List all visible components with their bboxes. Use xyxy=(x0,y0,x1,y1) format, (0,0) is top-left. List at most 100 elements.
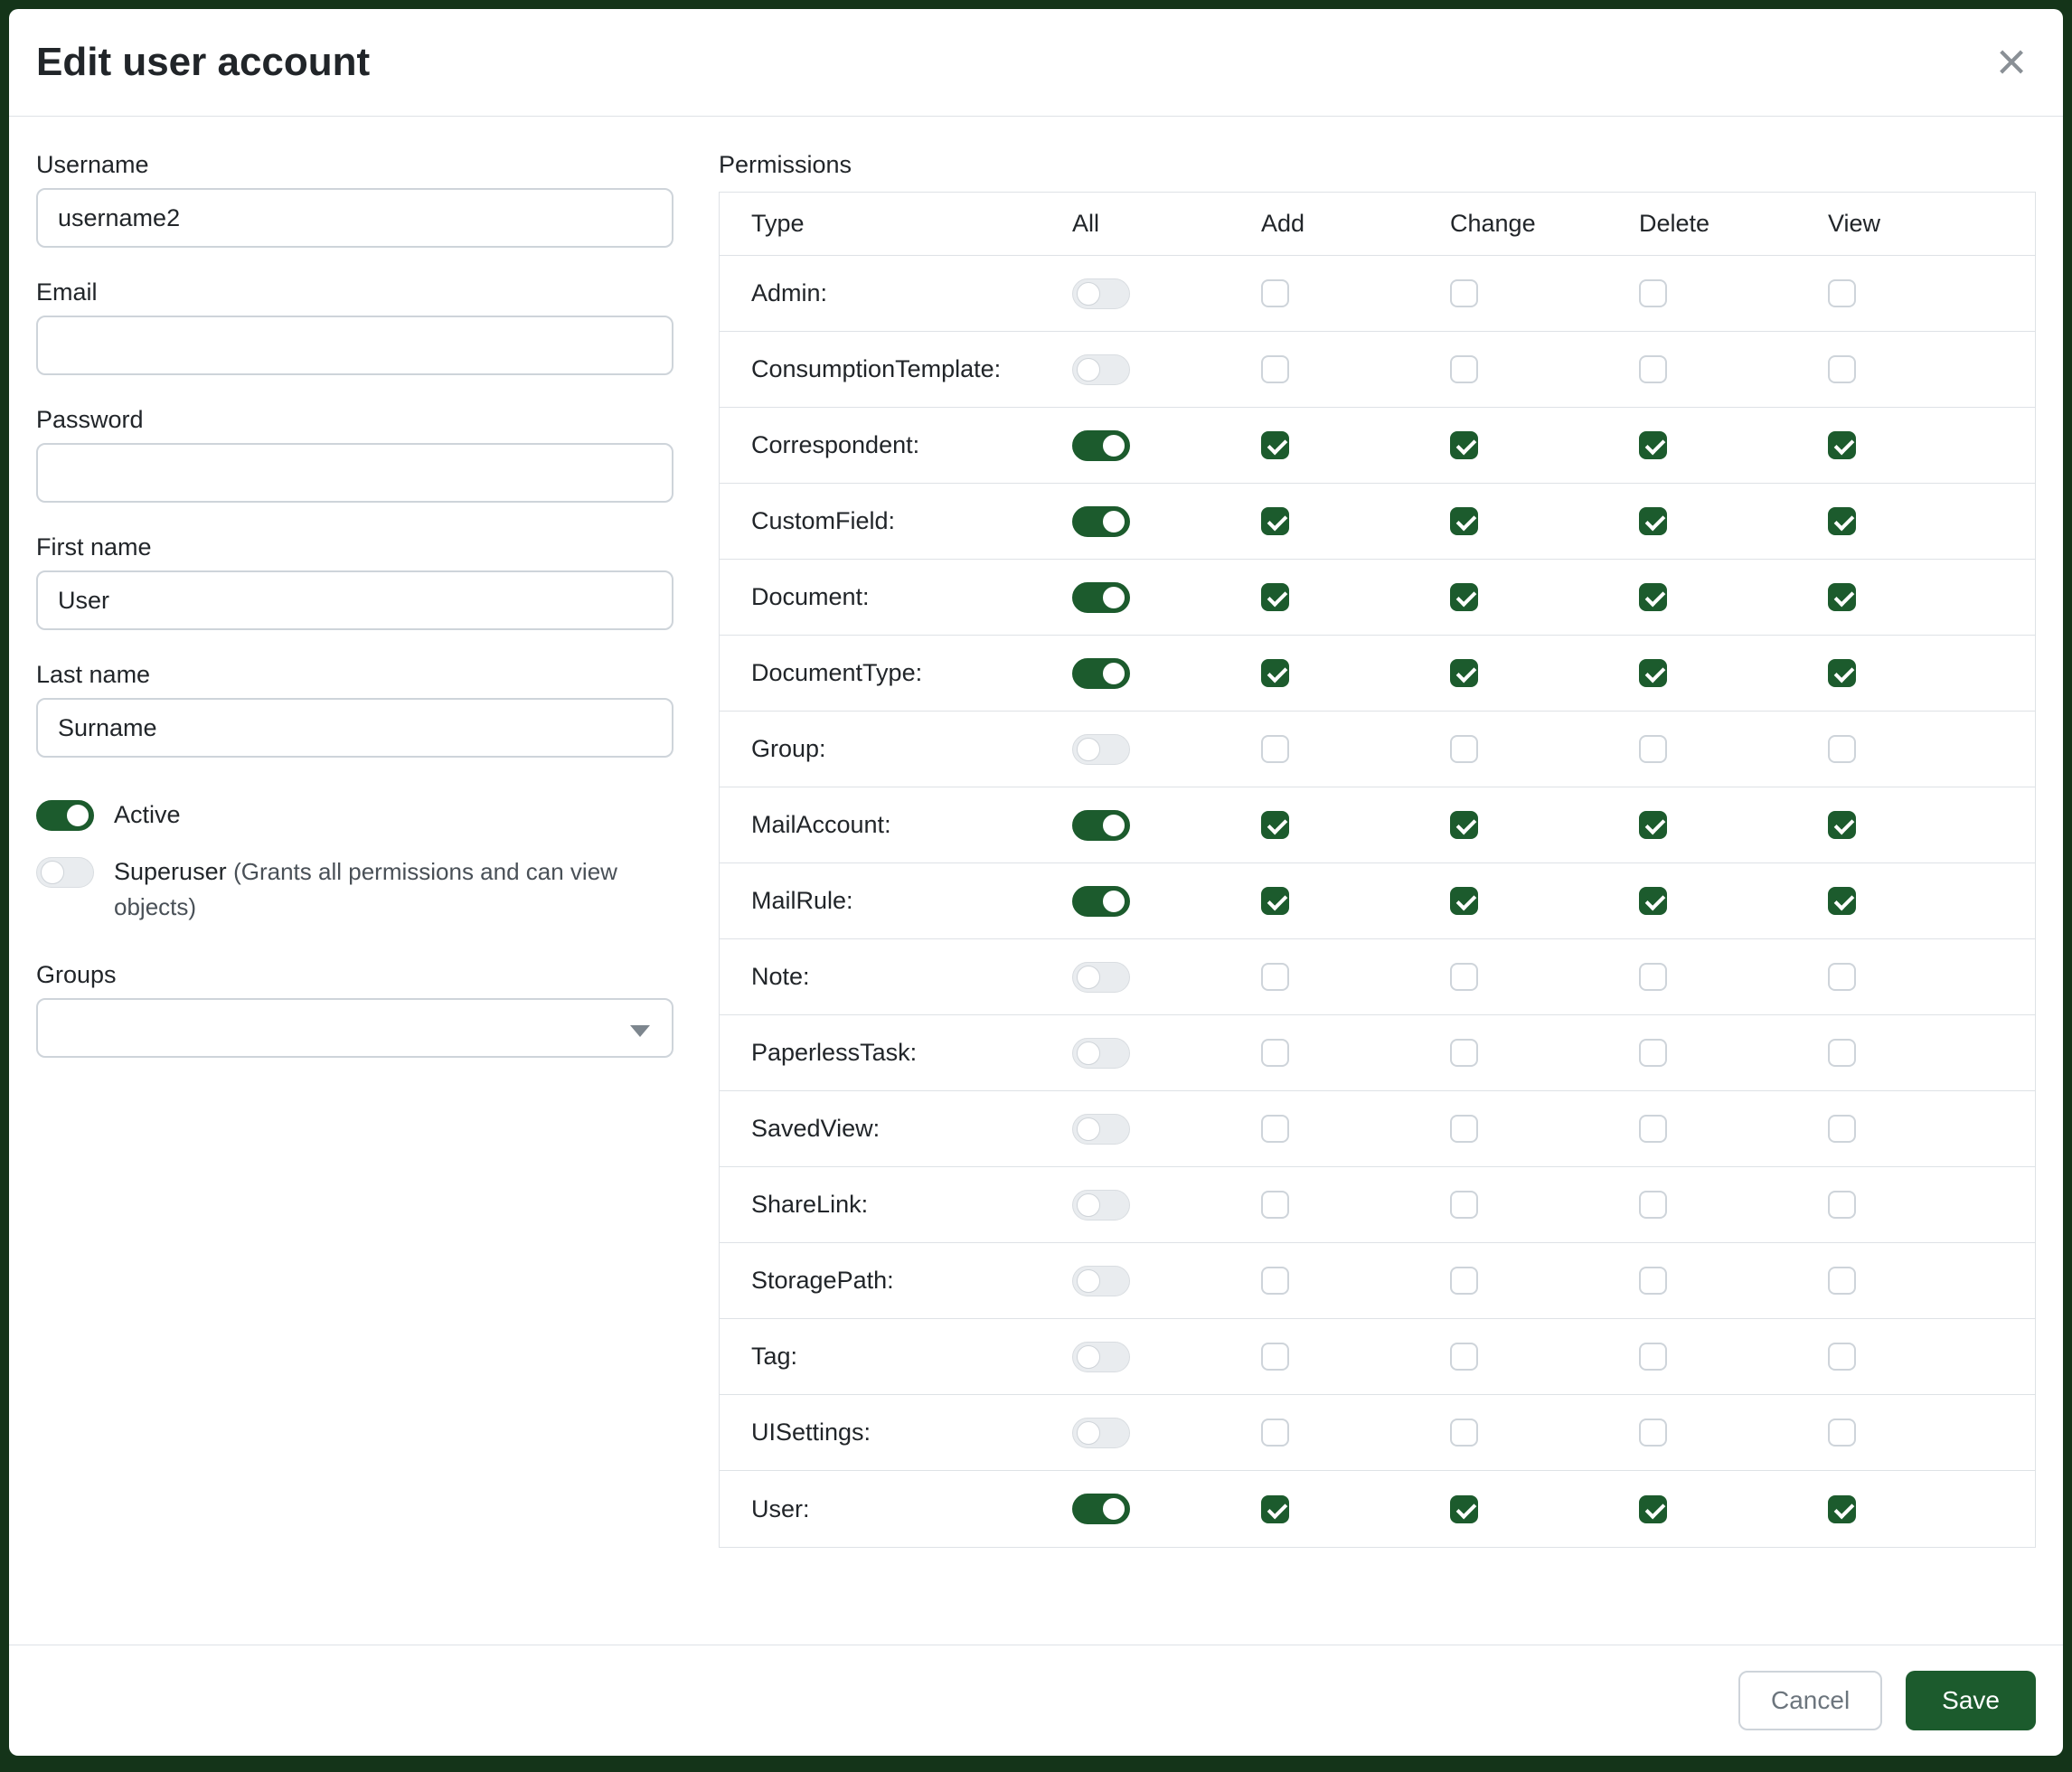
permission-all-toggle[interactable] xyxy=(1072,1190,1130,1221)
permission-add-checkbox[interactable] xyxy=(1261,1343,1289,1371)
permission-add-checkbox[interactable] xyxy=(1261,1267,1289,1295)
permission-all-toggle[interactable] xyxy=(1072,734,1130,765)
permission-view-checkbox[interactable] xyxy=(1828,735,1856,763)
permission-delete-checkbox[interactable] xyxy=(1639,507,1667,535)
permission-all-toggle[interactable] xyxy=(1072,1038,1130,1069)
permission-view-checkbox[interactable] xyxy=(1828,279,1856,307)
permission-delete-checkbox[interactable] xyxy=(1639,1267,1667,1295)
permission-type-label: Tag: xyxy=(751,1343,1072,1371)
password-field[interactable] xyxy=(36,443,673,503)
permission-all-toggle[interactable] xyxy=(1072,658,1130,689)
permission-add-checkbox[interactable] xyxy=(1261,1115,1289,1143)
permission-view-checkbox[interactable] xyxy=(1828,1115,1856,1143)
permission-delete-checkbox[interactable] xyxy=(1639,963,1667,991)
permission-all-toggle[interactable] xyxy=(1072,354,1130,385)
permission-delete-checkbox[interactable] xyxy=(1639,659,1667,687)
permission-change-checkbox[interactable] xyxy=(1450,431,1478,459)
permission-change-checkbox[interactable] xyxy=(1450,1191,1478,1219)
permission-view-checkbox[interactable] xyxy=(1828,507,1856,535)
permission-all-toggle[interactable] xyxy=(1072,810,1130,841)
first-name-field[interactable] xyxy=(36,570,673,630)
permission-all-toggle[interactable] xyxy=(1072,886,1130,917)
permission-change-checkbox[interactable] xyxy=(1450,963,1478,991)
close-icon[interactable]: × xyxy=(1991,36,2032,89)
permission-add-checkbox[interactable] xyxy=(1261,1191,1289,1219)
permission-view-checkbox[interactable] xyxy=(1828,1419,1856,1447)
superuser-label: Superuser xyxy=(114,858,227,885)
permission-all-toggle[interactable] xyxy=(1072,1266,1130,1296)
permission-view-checkbox[interactable] xyxy=(1828,1267,1856,1295)
permission-delete-checkbox[interactable] xyxy=(1639,583,1667,611)
permission-add-checkbox[interactable] xyxy=(1261,355,1289,383)
groups-group: Groups xyxy=(36,961,673,1058)
permission-change-checkbox[interactable] xyxy=(1450,355,1478,383)
permission-change-checkbox[interactable] xyxy=(1450,583,1478,611)
permission-add-checkbox[interactable] xyxy=(1261,431,1289,459)
permission-add-checkbox[interactable] xyxy=(1261,507,1289,535)
permission-view-checkbox[interactable] xyxy=(1828,659,1856,687)
permission-change-checkbox[interactable] xyxy=(1450,1343,1478,1371)
permission-all-toggle[interactable] xyxy=(1072,1418,1130,1448)
permission-all-toggle[interactable] xyxy=(1072,506,1130,537)
permission-all-toggle[interactable] xyxy=(1072,278,1130,309)
permission-delete-checkbox[interactable] xyxy=(1639,1419,1667,1447)
permission-delete-checkbox[interactable] xyxy=(1639,1495,1667,1523)
permission-delete-checkbox[interactable] xyxy=(1639,887,1667,915)
permission-change-checkbox[interactable] xyxy=(1450,659,1478,687)
permission-all-toggle[interactable] xyxy=(1072,582,1130,613)
permission-all-toggle[interactable] xyxy=(1072,962,1130,993)
permission-all-toggle[interactable] xyxy=(1072,430,1130,461)
permission-change-checkbox[interactable] xyxy=(1450,735,1478,763)
permission-view-checkbox[interactable] xyxy=(1828,355,1856,383)
permission-delete-checkbox[interactable] xyxy=(1639,1191,1667,1219)
permission-change-checkbox[interactable] xyxy=(1450,1419,1478,1447)
permission-view-checkbox[interactable] xyxy=(1828,1343,1856,1371)
permission-delete-checkbox[interactable] xyxy=(1639,279,1667,307)
permission-change-checkbox[interactable] xyxy=(1450,507,1478,535)
permission-change-checkbox[interactable] xyxy=(1450,1267,1478,1295)
permission-view-checkbox[interactable] xyxy=(1828,431,1856,459)
permission-delete-checkbox[interactable] xyxy=(1639,811,1667,839)
permission-add-checkbox[interactable] xyxy=(1261,963,1289,991)
permission-delete-checkbox[interactable] xyxy=(1639,1115,1667,1143)
last-name-field[interactable] xyxy=(36,698,673,758)
permission-add-checkbox[interactable] xyxy=(1261,279,1289,307)
permission-add-checkbox[interactable] xyxy=(1261,1495,1289,1523)
permission-all-toggle[interactable] xyxy=(1072,1114,1130,1145)
permission-delete-checkbox[interactable] xyxy=(1639,735,1667,763)
permission-add-checkbox[interactable] xyxy=(1261,887,1289,915)
permission-delete-checkbox[interactable] xyxy=(1639,431,1667,459)
permission-all-toggle[interactable] xyxy=(1072,1342,1130,1372)
permission-view-checkbox[interactable] xyxy=(1828,1039,1856,1067)
permission-add-checkbox[interactable] xyxy=(1261,659,1289,687)
permission-change-checkbox[interactable] xyxy=(1450,1115,1478,1143)
permission-add-checkbox[interactable] xyxy=(1261,1039,1289,1067)
permission-add-checkbox[interactable] xyxy=(1261,1419,1289,1447)
permission-change-checkbox[interactable] xyxy=(1450,279,1478,307)
permission-add-checkbox[interactable] xyxy=(1261,583,1289,611)
permission-view-checkbox[interactable] xyxy=(1828,583,1856,611)
permission-delete-checkbox[interactable] xyxy=(1639,1039,1667,1067)
superuser-row: Superuser (Grants all permissions and ca… xyxy=(36,854,673,925)
permission-change-checkbox[interactable] xyxy=(1450,1039,1478,1067)
cancel-button[interactable]: Cancel xyxy=(1738,1671,1882,1730)
permission-delete-checkbox[interactable] xyxy=(1639,355,1667,383)
permission-view-checkbox[interactable] xyxy=(1828,887,1856,915)
superuser-toggle[interactable] xyxy=(36,857,94,888)
email-field[interactable] xyxy=(36,316,673,375)
permission-view-checkbox[interactable] xyxy=(1828,1191,1856,1219)
permission-delete-checkbox[interactable] xyxy=(1639,1343,1667,1371)
permission-change-checkbox[interactable] xyxy=(1450,887,1478,915)
permission-change-checkbox[interactable] xyxy=(1450,1495,1478,1523)
permission-view-checkbox[interactable] xyxy=(1828,1495,1856,1523)
permission-add-checkbox[interactable] xyxy=(1261,811,1289,839)
permission-view-checkbox[interactable] xyxy=(1828,811,1856,839)
save-button[interactable]: Save xyxy=(1906,1671,2036,1730)
permission-add-checkbox[interactable] xyxy=(1261,735,1289,763)
username-input[interactable] xyxy=(36,188,673,248)
permission-all-toggle[interactable] xyxy=(1072,1494,1130,1524)
active-toggle[interactable] xyxy=(36,800,94,831)
permission-change-checkbox[interactable] xyxy=(1450,811,1478,839)
groups-select[interactable] xyxy=(36,998,673,1058)
permission-view-checkbox[interactable] xyxy=(1828,963,1856,991)
